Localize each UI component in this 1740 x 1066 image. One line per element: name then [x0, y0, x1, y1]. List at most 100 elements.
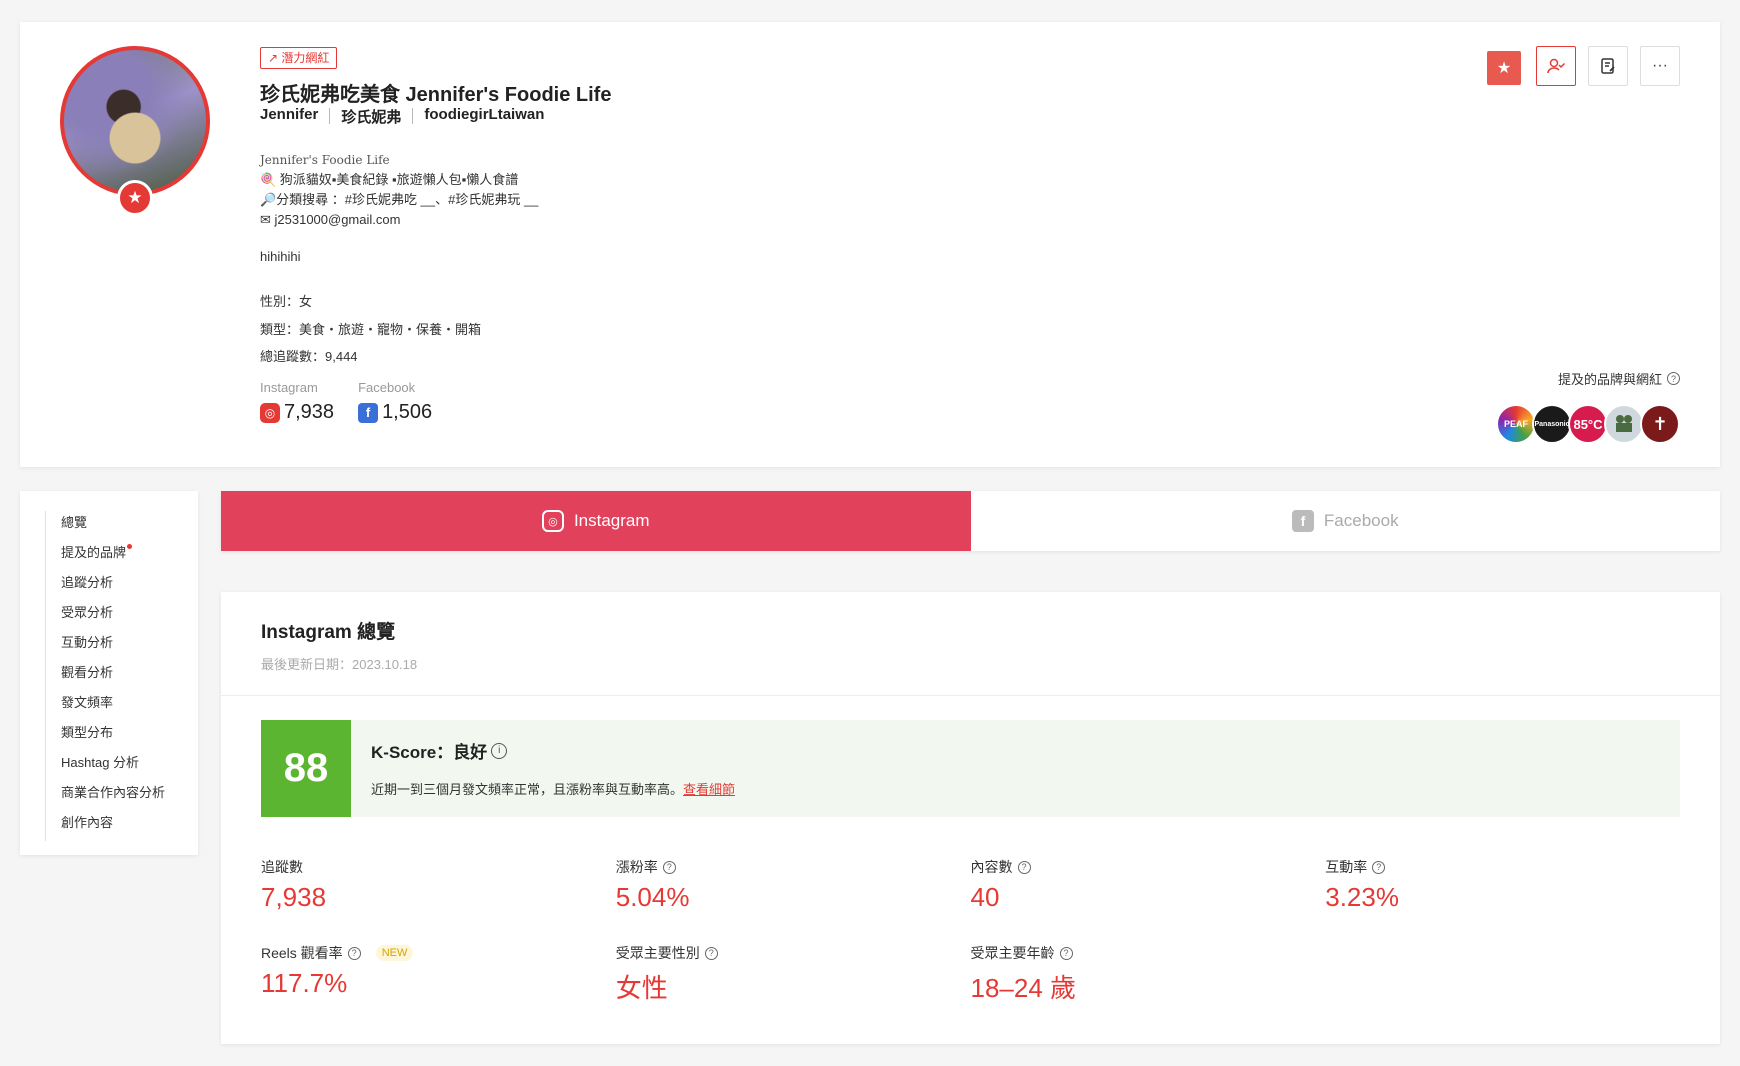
help-icon[interactable]: ? [704, 946, 718, 960]
ellipsis-icon: ··· [1652, 57, 1668, 74]
nav-item-type-distribution[interactable]: 類型分布 [61, 721, 198, 751]
bio: Jennifer's Foodie Life 🍭 狗派貓奴▪美食紀錄 ▪旅遊懶人… [260, 150, 538, 230]
metric-reels-view-rate: Reels 觀看率? NEW 117.7% [261, 943, 616, 1005]
cross-icon: ✝ [1652, 413, 1668, 434]
gender-info: 性別：女 [260, 294, 313, 309]
bio-title: Jennifer's Foodie Life [260, 153, 390, 167]
bio-line: 🔎分類搜尋 ：#珍氏妮弗吃 __、#珍氏妮弗玩 __ [260, 192, 539, 207]
help-icon[interactable]: ? [347, 946, 361, 960]
note-button[interactable] [1588, 46, 1628, 86]
metric-audience-age: 受眾主要年齡? 18–24 歲 [971, 943, 1326, 1005]
metric-engagement-rate: 互動率? 3.23% [1325, 857, 1680, 913]
total-followers-info: 總追蹤數：9,444 [260, 349, 358, 364]
nav-item-overview[interactable]: 總覽 [61, 511, 198, 541]
last-updated-date: 最後更新日期：2023.10.18 [261, 657, 418, 672]
overview-title: Instagram 總覽 [261, 622, 396, 643]
kscore-title: K-Score：良好 i [371, 738, 735, 763]
instagram-icon: ◎ [260, 402, 280, 423]
metric-value: 7,938 [261, 882, 327, 912]
brand-logo-85c[interactable]: 85°C [1568, 404, 1608, 444]
potential-influencer-tag: ↗ 潛力網紅 [260, 47, 338, 69]
film-camera-icon [1616, 415, 1632, 432]
nav-item-post-frequency[interactable]: 發文頻率 [61, 691, 198, 721]
influencer-name: 珍氏妮弗吃美食 Jennifer's Foodie Life [260, 84, 612, 106]
help-icon[interactable]: ? [1667, 372, 1680, 385]
facebook-icon: f [358, 402, 379, 423]
verified-badge-icon: ★ [117, 180, 153, 216]
favorite-button[interactable]: ★ [1484, 46, 1524, 86]
profile-card: ★ ↗ 潛力網紅 珍氏妮弗吃美食 Jennifer's Foodie Life … [20, 22, 1720, 467]
facebook-stat-label: Facebook [358, 380, 416, 395]
alias-separator [412, 108, 414, 124]
extra-note: hihihihi [260, 249, 301, 264]
info-icon[interactable]: i [491, 742, 508, 759]
instagram-overview-card: Instagram 總覽 最後更新日期：2023.10.18 88 K-Scor… [221, 592, 1720, 1044]
category-info: 類型：美食・旅遊・寵物・保養・開箱 [260, 321, 482, 337]
mentioned-brands-label: 提及的品牌與網紅 ? [1558, 369, 1680, 388]
note-edit-icon [1601, 58, 1615, 74]
track-user-button[interactable] [1536, 46, 1576, 86]
metric-followers: 追蹤數 7,938 [261, 857, 616, 913]
kscore-panel: 88 K-Score：良好 i 近期一到三個月發文頻率正常，且漲粉率與互動率高。… [261, 720, 1680, 817]
profile-meta: 性別：女 類型：美食・旅遊・寵物・保養・開箱 總追蹤數：9,444 [260, 288, 481, 371]
mentioned-brand-logos: PEAF Panasonic 85°C ✝ [1496, 404, 1680, 444]
overview-header: Instagram 總覽 最後更新日期：2023.10.18 [221, 592, 1720, 696]
brand-logo-peaf[interactable]: PEAF [1496, 404, 1536, 444]
star-icon: ★ [1487, 51, 1521, 85]
alias-2: 珍氏妮弗 [341, 109, 402, 126]
metric-value: 3.23% [1325, 882, 1399, 912]
new-badge: NEW [375, 945, 414, 961]
instagram-stat-label: Instagram [260, 380, 318, 395]
brand-logo-panasonic[interactable]: Panasonic [1532, 404, 1572, 444]
tab-facebook[interactable]: f Facebook [970, 491, 1720, 551]
metric-value: 117.7% [261, 968, 348, 998]
help-icon[interactable]: ? [1017, 860, 1031, 874]
facebook-followers: 1,506 [382, 401, 433, 423]
help-icon[interactable]: ? [1372, 860, 1386, 874]
avatar-wrap: ★ [60, 46, 210, 216]
metric-value: 女性 [615, 973, 668, 1003]
nav-item-view-analysis[interactable]: 觀看分析 [61, 661, 198, 691]
bio-email: ✉ j2531000@gmail.com [260, 212, 401, 227]
metric-post-count: 內容數? 40 [971, 857, 1326, 913]
nav-item-follower-analysis[interactable]: 追蹤分析 [61, 571, 198, 601]
nav-item-created-content[interactable]: 創作內容 [61, 811, 198, 841]
instagram-icon: ◎ [541, 510, 564, 532]
alias-3: foodiegirLtaiwan [424, 106, 545, 123]
help-icon[interactable]: ? [662, 860, 676, 874]
tab-instagram[interactable]: ◎ Instagram [221, 491, 971, 551]
facebook-icon: f [1291, 510, 1314, 532]
instagram-stat[interactable]: Instagram ◎ 7,938 [260, 380, 334, 424]
metric-value: 40 [970, 882, 1000, 912]
alias-1: Jennifer [260, 106, 319, 123]
help-icon[interactable]: ? [1059, 946, 1073, 960]
facebook-stat[interactable]: Facebook f 1,506 [358, 380, 432, 424]
metric-value: 18–24 歲 [970, 973, 1077, 1003]
alias-row: Jennifer 珍氏妮弗 foodiegirLtaiwan [260, 106, 544, 127]
brand-logo-movie[interactable] [1604, 404, 1644, 444]
nav-item-hashtag-analysis[interactable]: Hashtag 分析 [61, 751, 198, 781]
notification-dot [127, 544, 132, 549]
more-options-button[interactable]: ··· [1640, 46, 1680, 86]
section-nav: 總覽 提及的品牌 追蹤分析 受眾分析 互動分析 觀看分析 發文頻率 類型分布 H… [20, 491, 198, 855]
user-check-icon [1547, 58, 1566, 74]
instagram-followers: 7,938 [284, 401, 335, 423]
metric-audience-gender: 受眾主要性別? 女性 [616, 943, 971, 1005]
brand-logo-church[interactable]: ✝ [1640, 404, 1680, 444]
profile-actions: ★ ··· [1484, 46, 1680, 86]
kscore-description: 近期一到三個月發文頻率正常，且漲粉率與互動率高。查看細節 [371, 782, 736, 797]
alias-separator [329, 108, 331, 124]
social-stats: Instagram ◎ 7,938 Facebook f 1,506 [260, 380, 432, 424]
nav-item-mentioned-brands[interactable]: 提及的品牌 [61, 541, 198, 571]
platform-tabs: ◎ Instagram f Facebook [221, 491, 1720, 551]
metric-growth-rate: 漲粉率? 5.04% [616, 857, 971, 913]
nav-item-sponsored-content[interactable]: 商業合作內容分析 [61, 781, 198, 811]
nav-item-engagement-analysis[interactable]: 互動分析 [61, 631, 198, 661]
bio-line: 🍭 狗派貓奴▪美食紀錄 ▪旅遊懶人包▪懶人食譜 [260, 172, 519, 187]
avatar [60, 46, 210, 196]
view-details-link[interactable]: 查看細節 [683, 782, 735, 797]
metrics-grid: 追蹤數 7,938 漲粉率? 5.04% 內容數? 40 互動率? 3.23% … [261, 857, 1680, 1005]
nav-item-audience-analysis[interactable]: 受眾分析 [61, 601, 198, 631]
kscore-value: 88 [261, 720, 351, 817]
metric-value: 5.04% [615, 882, 690, 912]
